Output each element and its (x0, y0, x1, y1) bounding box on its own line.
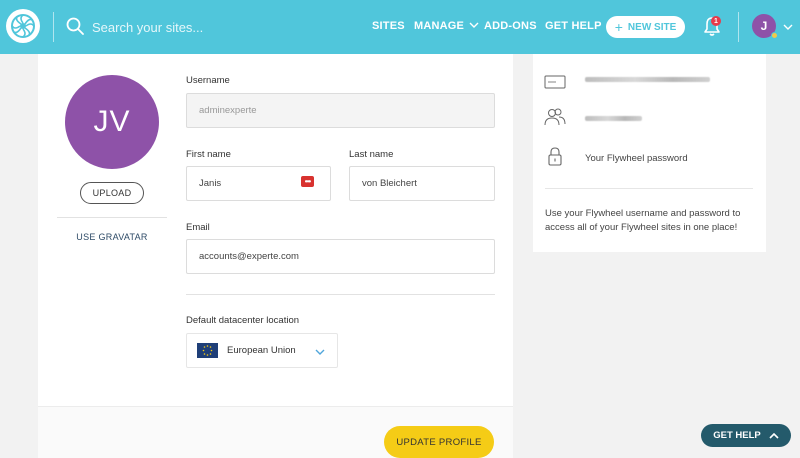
get-help-button[interactable]: GET HELP (701, 424, 791, 447)
nav-link-manage[interactable]: MANAGE (414, 20, 479, 32)
chevron-down-icon (315, 349, 325, 355)
upload-button[interactable]: UPLOAD (80, 182, 144, 204)
nav-link-addons[interactable]: ADD-ONS (484, 20, 537, 32)
divider (57, 217, 167, 218)
redacted-username (585, 116, 642, 121)
divider (186, 294, 495, 295)
last-name-field[interactable] (349, 166, 495, 201)
chevron-up-icon (769, 432, 779, 439)
users-icon (544, 108, 566, 126)
username-label: Username (186, 75, 230, 86)
first-name-label: First name (186, 149, 231, 160)
status-dot (771, 32, 778, 39)
profile-card: JV UPLOAD USE GRAVATAR Username First na… (38, 54, 513, 458)
use-gravatar-link[interactable]: USE GRAVATAR (57, 232, 167, 242)
chevron-down-icon (469, 22, 479, 28)
username-field (186, 93, 495, 128)
email-field[interactable] (186, 239, 495, 274)
lock-icon (548, 147, 562, 166)
plus-icon: + (614, 19, 623, 35)
search-icon[interactable] (66, 17, 84, 35)
datacenter-select[interactable]: European Union (186, 333, 338, 368)
account-info-card: Your Flywheel password Use your Flywheel… (533, 54, 766, 252)
profile-avatar: JV (65, 75, 159, 169)
datacenter-value: European Union (227, 345, 296, 356)
update-profile-button[interactable]: UPDATE PROFILE (384, 426, 494, 458)
flywheel-logo-icon[interactable] (6, 9, 40, 43)
datacenter-label: Default datacenter location (186, 315, 300, 326)
nav-link-sites[interactable]: SITES (372, 20, 405, 32)
new-site-label: NEW SITE (627, 21, 677, 33)
redacted-email (585, 77, 710, 82)
last-name-label: Last name (349, 149, 394, 160)
divider (545, 188, 753, 189)
nav-link-manage-label: MANAGE (414, 20, 465, 32)
new-site-button[interactable]: + NEW SITE (606, 16, 685, 38)
search-input[interactable] (92, 16, 292, 38)
password-manager-icon[interactable]: ••• (301, 176, 314, 187)
nav-divider (53, 12, 54, 42)
email-label: Email (186, 222, 210, 233)
eu-flag-icon (197, 343, 218, 358)
info-note: Use your Flywheel username and password … (545, 208, 741, 233)
nav-divider (738, 12, 739, 42)
top-navigation-bar: SITES MANAGE ADD-ONS GET HELP + NEW SITE… (0, 0, 800, 54)
password-text: Your Flywheel password (585, 153, 688, 164)
nav-link-get-help[interactable]: GET HELP (545, 20, 602, 32)
chevron-down-icon[interactable] (783, 24, 793, 30)
get-help-label: GET HELP (713, 430, 761, 441)
id-card-icon (544, 75, 566, 89)
notification-badge: 1 (711, 16, 721, 26)
